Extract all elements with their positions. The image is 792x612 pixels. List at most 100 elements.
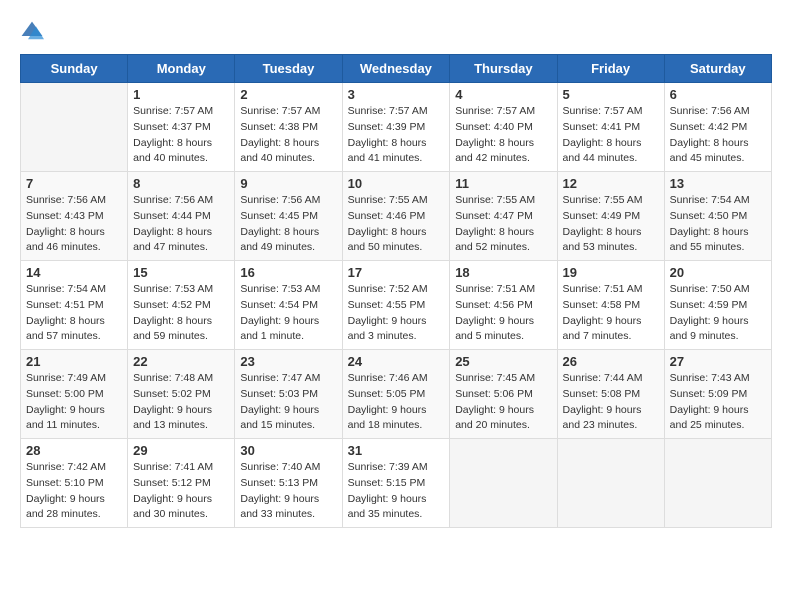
daylight-text: Daylight: 8 hours and 40 minutes. [133,137,212,165]
day-info: Sunrise: 7:39 AM Sunset: 5:15 PM Dayligh… [348,460,445,523]
sunset-text: Sunset: 4:58 PM [563,299,641,311]
calendar-week-3: 14 Sunrise: 7:54 AM Sunset: 4:51 PM Dayl… [21,261,772,350]
logo-icon [20,20,44,44]
day-number: 24 [348,354,445,369]
daylight-text: Daylight: 8 hours and 59 minutes. [133,315,212,343]
sunset-text: Sunset: 4:44 PM [133,210,211,222]
day-info: Sunrise: 7:51 AM Sunset: 4:58 PM Dayligh… [563,282,659,345]
calendar-cell: 28 Sunrise: 7:42 AM Sunset: 5:10 PM Dayl… [21,439,128,528]
calendar-week-1: 1 Sunrise: 7:57 AM Sunset: 4:37 PM Dayli… [21,83,772,172]
day-header-friday: Friday [557,55,664,83]
day-number: 21 [26,354,122,369]
day-number: 4 [455,87,551,102]
day-info: Sunrise: 7:57 AM Sunset: 4:41 PM Dayligh… [563,104,659,167]
daylight-text: Daylight: 8 hours and 50 minutes. [348,226,427,254]
sunrise-text: Sunrise: 7:54 AM [670,194,750,206]
day-info: Sunrise: 7:55 AM Sunset: 4:49 PM Dayligh… [563,193,659,256]
sunset-text: Sunset: 5:08 PM [563,388,641,400]
day-info: Sunrise: 7:56 AM Sunset: 4:45 PM Dayligh… [240,193,336,256]
sunrise-text: Sunrise: 7:57 AM [455,105,535,117]
day-number: 16 [240,265,336,280]
day-number: 23 [240,354,336,369]
calendar-cell: 25 Sunrise: 7:45 AM Sunset: 5:06 PM Dayl… [450,350,557,439]
day-info: Sunrise: 7:49 AM Sunset: 5:00 PM Dayligh… [26,371,122,434]
day-info: Sunrise: 7:53 AM Sunset: 4:52 PM Dayligh… [133,282,229,345]
daylight-text: Daylight: 9 hours and 23 minutes. [563,404,642,432]
calendar-cell: 26 Sunrise: 7:44 AM Sunset: 5:08 PM Dayl… [557,350,664,439]
sunset-text: Sunset: 5:06 PM [455,388,533,400]
daylight-text: Daylight: 9 hours and 15 minutes. [240,404,319,432]
day-number: 2 [240,87,336,102]
calendar-cell: 24 Sunrise: 7:46 AM Sunset: 5:05 PM Dayl… [342,350,450,439]
calendar-cell [664,439,771,528]
day-number: 30 [240,443,336,458]
sunset-text: Sunset: 4:54 PM [240,299,318,311]
day-header-tuesday: Tuesday [235,55,342,83]
daylight-text: Daylight: 9 hours and 5 minutes. [455,315,534,343]
day-number: 26 [563,354,659,369]
day-info: Sunrise: 7:52 AM Sunset: 4:55 PM Dayligh… [348,282,445,345]
calendar-cell: 31 Sunrise: 7:39 AM Sunset: 5:15 PM Dayl… [342,439,450,528]
calendar-cell: 17 Sunrise: 7:52 AM Sunset: 4:55 PM Dayl… [342,261,450,350]
calendar-cell: 16 Sunrise: 7:53 AM Sunset: 4:54 PM Dayl… [235,261,342,350]
sunset-text: Sunset: 5:12 PM [133,477,211,489]
day-number: 11 [455,176,551,191]
calendar-cell: 3 Sunrise: 7:57 AM Sunset: 4:39 PM Dayli… [342,83,450,172]
logo [20,20,48,44]
sunrise-text: Sunrise: 7:52 AM [348,283,428,295]
calendar-cell: 12 Sunrise: 7:55 AM Sunset: 4:49 PM Dayl… [557,172,664,261]
calendar-cell: 9 Sunrise: 7:56 AM Sunset: 4:45 PM Dayli… [235,172,342,261]
sunset-text: Sunset: 4:59 PM [670,299,748,311]
day-info: Sunrise: 7:56 AM Sunset: 4:44 PM Dayligh… [133,193,229,256]
daylight-text: Daylight: 9 hours and 11 minutes. [26,404,105,432]
day-info: Sunrise: 7:45 AM Sunset: 5:06 PM Dayligh… [455,371,551,434]
day-number: 18 [455,265,551,280]
day-number: 15 [133,265,229,280]
daylight-text: Daylight: 8 hours and 44 minutes. [563,137,642,165]
daylight-text: Daylight: 9 hours and 25 minutes. [670,404,749,432]
sunrise-text: Sunrise: 7:54 AM [26,283,106,295]
day-number: 9 [240,176,336,191]
day-number: 28 [26,443,122,458]
sunrise-text: Sunrise: 7:39 AM [348,461,428,473]
sunset-text: Sunset: 5:15 PM [348,477,426,489]
daylight-text: Daylight: 9 hours and 18 minutes. [348,404,427,432]
sunset-text: Sunset: 4:49 PM [563,210,641,222]
day-info: Sunrise: 7:47 AM Sunset: 5:03 PM Dayligh… [240,371,336,434]
sunset-text: Sunset: 5:05 PM [348,388,426,400]
sunset-text: Sunset: 4:39 PM [348,121,426,133]
day-number: 17 [348,265,445,280]
daylight-text: Daylight: 9 hours and 35 minutes. [348,493,427,521]
daylight-text: Daylight: 8 hours and 46 minutes. [26,226,105,254]
sunrise-text: Sunrise: 7:55 AM [348,194,428,206]
day-info: Sunrise: 7:57 AM Sunset: 4:38 PM Dayligh… [240,104,336,167]
calendar-cell: 30 Sunrise: 7:40 AM Sunset: 5:13 PM Dayl… [235,439,342,528]
calendar-cell: 1 Sunrise: 7:57 AM Sunset: 4:37 PM Dayli… [128,83,235,172]
sunset-text: Sunset: 4:41 PM [563,121,641,133]
day-number: 27 [670,354,766,369]
sunset-text: Sunset: 4:40 PM [455,121,533,133]
sunrise-text: Sunrise: 7:41 AM [133,461,213,473]
day-info: Sunrise: 7:57 AM Sunset: 4:37 PM Dayligh… [133,104,229,167]
sunset-text: Sunset: 4:37 PM [133,121,211,133]
day-info: Sunrise: 7:55 AM Sunset: 4:46 PM Dayligh… [348,193,445,256]
daylight-text: Daylight: 8 hours and 40 minutes. [240,137,319,165]
day-info: Sunrise: 7:56 AM Sunset: 4:42 PM Dayligh… [670,104,766,167]
day-number: 3 [348,87,445,102]
day-number: 5 [563,87,659,102]
day-header-sunday: Sunday [21,55,128,83]
calendar-cell: 22 Sunrise: 7:48 AM Sunset: 5:02 PM Dayl… [128,350,235,439]
day-number: 10 [348,176,445,191]
calendar-cell: 23 Sunrise: 7:47 AM Sunset: 5:03 PM Dayl… [235,350,342,439]
day-number: 12 [563,176,659,191]
day-number: 1 [133,87,229,102]
sunrise-text: Sunrise: 7:56 AM [26,194,106,206]
sunrise-text: Sunrise: 7:53 AM [240,283,320,295]
sunset-text: Sunset: 5:09 PM [670,388,748,400]
sunset-text: Sunset: 5:13 PM [240,477,318,489]
calendar-week-4: 21 Sunrise: 7:49 AM Sunset: 5:00 PM Dayl… [21,350,772,439]
day-info: Sunrise: 7:57 AM Sunset: 4:40 PM Dayligh… [455,104,551,167]
day-number: 19 [563,265,659,280]
daylight-text: Daylight: 9 hours and 3 minutes. [348,315,427,343]
calendar-cell: 7 Sunrise: 7:56 AM Sunset: 4:43 PM Dayli… [21,172,128,261]
